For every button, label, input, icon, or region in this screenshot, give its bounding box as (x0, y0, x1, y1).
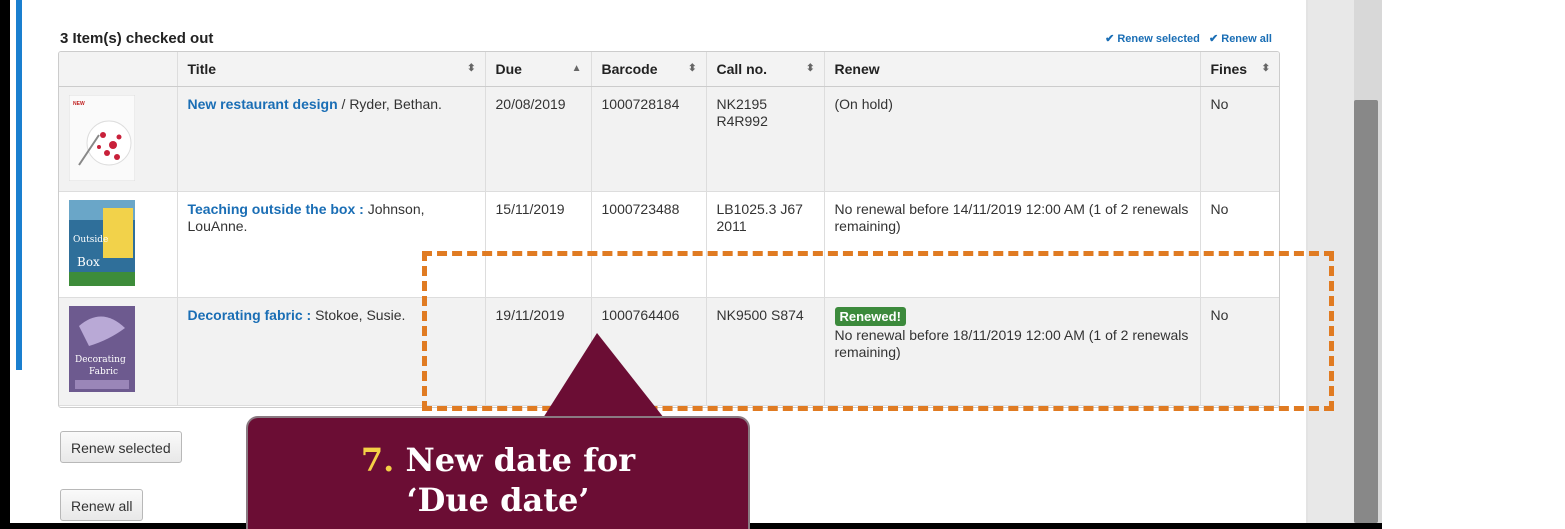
callout-pointer (543, 333, 664, 418)
callout-step-number: 7. (360, 441, 395, 479)
callout-box: 7. New date for ‘Due date’ (246, 416, 750, 529)
callout-text-line2: ‘Due date’ (406, 481, 590, 519)
callout-text: New date for (394, 441, 636, 479)
